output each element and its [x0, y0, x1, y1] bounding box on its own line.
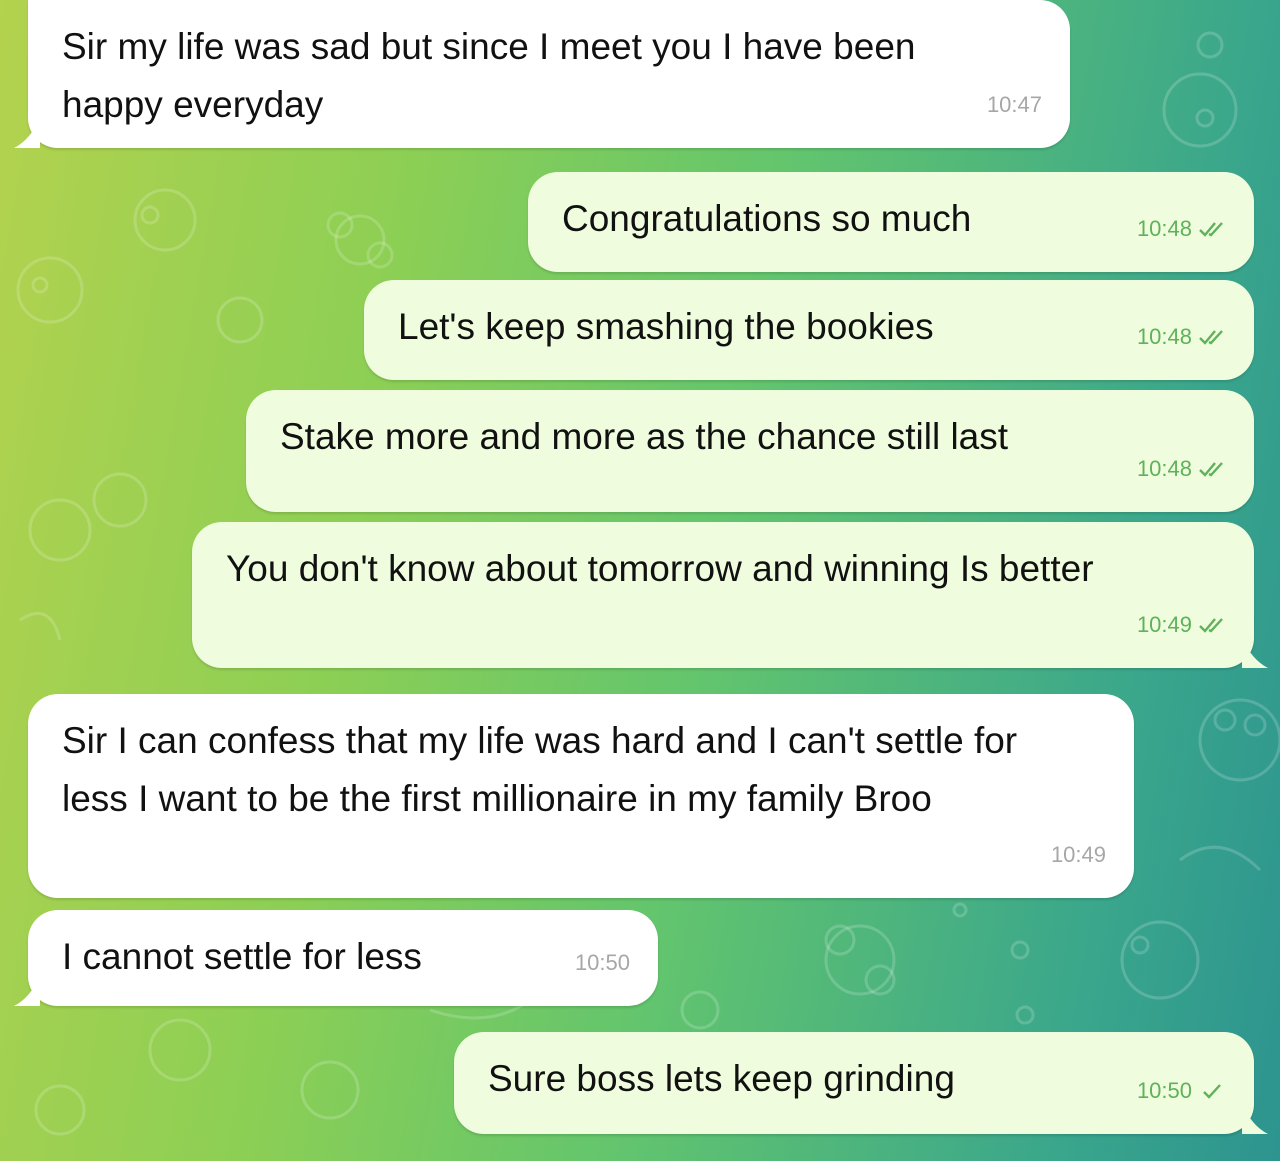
message-meta: 10:47 [987, 76, 1042, 134]
message-meta: 10:49 [1137, 596, 1226, 654]
message-bubble[interactable]: Sir I can confess that my life was hard … [28, 694, 1134, 898]
message-time: 10:48 [1136, 324, 1192, 349]
message-time: 10:50 [574, 950, 630, 975]
message-time: 10:47 [986, 92, 1042, 117]
message-meta: 10:48 [1137, 440, 1226, 498]
single-check-icon [1203, 1084, 1221, 1099]
message-meta: 10:50 [1137, 1062, 1226, 1120]
bubble-tail [14, 976, 40, 1006]
chat-background: Sir my life was sad but since I meet you… [0, 0, 1280, 1161]
message-time: 10:49 [1136, 612, 1192, 637]
bubble-tail [14, 118, 40, 148]
message-time: 10:49 [1050, 842, 1106, 867]
message-bubble[interactable]: Sir my life was sad but since I meet you… [14, 0, 1070, 148]
bubble-tail [1242, 638, 1268, 668]
message-text: Sir my life was sad but since I meet you… [62, 26, 916, 125]
message-meta: 10:50 [575, 934, 630, 992]
message-time: 10:48 [1136, 456, 1192, 481]
message-text: I cannot settle for less [62, 936, 422, 977]
message-text: Congratulations so much [562, 198, 972, 239]
message-bubble[interactable]: Sure boss lets keep grinding 10:50 [454, 1032, 1268, 1134]
double-check-icon [1199, 222, 1223, 237]
message-bubble[interactable]: You don't know about tomorrow and winnin… [192, 522, 1268, 668]
message-text: Sir I can confess that my life was hard … [62, 720, 1018, 819]
double-check-icon [1199, 462, 1223, 477]
message-text: Sure boss lets keep grinding [488, 1058, 955, 1099]
double-check-icon [1199, 330, 1223, 345]
message-bubble[interactable]: Congratulations so much 10:48 [528, 172, 1254, 272]
message-meta: 10:49 [1051, 826, 1106, 884]
message-meta: 10:48 [1137, 308, 1226, 366]
message-text: Let's keep smashing the bookies [398, 306, 934, 347]
message-bubble[interactable]: I cannot settle for less 10:50 [14, 910, 658, 1006]
double-check-icon [1199, 618, 1223, 633]
message-time: 10:48 [1136, 216, 1192, 241]
message-time: 10:50 [1136, 1078, 1192, 1103]
message-text: You don't know about tomorrow and winnin… [226, 548, 1094, 589]
message-bubble[interactable]: Stake more and more as the chance still … [246, 390, 1254, 512]
message-text: Stake more and more as the chance still … [280, 416, 1009, 457]
message-bubble[interactable]: Let's keep smashing the bookies 10:48 [364, 280, 1254, 380]
bubble-tail [1242, 1104, 1268, 1134]
message-meta: 10:48 [1137, 200, 1226, 258]
